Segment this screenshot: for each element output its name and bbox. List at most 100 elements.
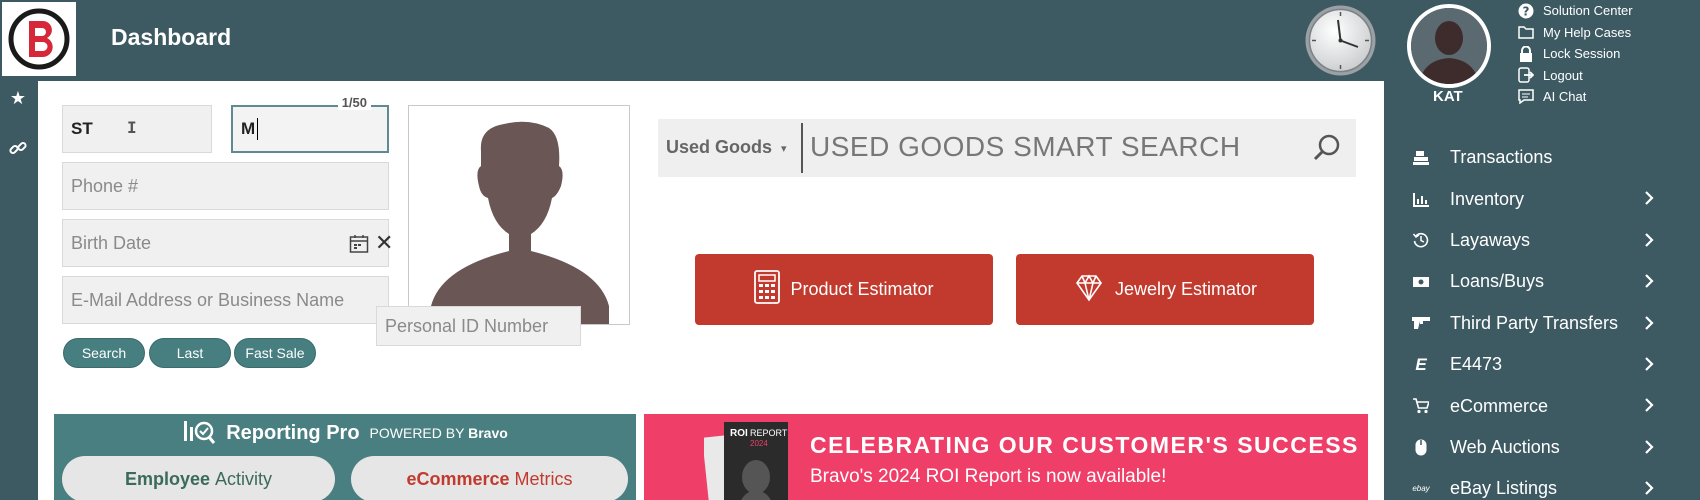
bravo-logo[interactable] (2, 2, 76, 76)
chevron-right-icon (1643, 273, 1655, 294)
history-icon (1412, 232, 1430, 248)
search-button[interactable]: Search (63, 338, 145, 368)
user-name: KAT (1433, 88, 1463, 105)
fast-sale-button-label: Fast Sale (245, 345, 305, 361)
calendar-icon[interactable] (349, 234, 369, 259)
nav-item-layaways[interactable]: Layaways (1400, 220, 1700, 261)
employee-activity-tab[interactable]: Employee Activity (62, 456, 335, 500)
nav-label: Loans/Buys (1450, 271, 1545, 292)
ai-chat-link[interactable]: AI Chat (1517, 86, 1633, 108)
nav-label: eCommerce (1450, 395, 1549, 416)
reporting-pro-card: Reporting Pro POWERED BY Bravo Employee … (54, 414, 636, 500)
search-icon[interactable] (1312, 133, 1342, 168)
product-estimator-button[interactable]: Product Estimator (695, 254, 993, 325)
ibeam-cursor-icon: I (127, 118, 137, 137)
nav-label: Inventory (1450, 188, 1525, 209)
logout-link[interactable]: Logout (1517, 65, 1633, 87)
help-links: ? Solution Center My Help Cases Lock Ses… (1517, 0, 1633, 108)
bravo-logo-icon (8, 8, 70, 70)
smart-search-input[interactable]: USED GOODS SMART SEARCH (810, 131, 1241, 163)
calculator-icon (754, 270, 781, 309)
mouse-icon (1412, 439, 1430, 456)
category-value: Used Goods (666, 137, 773, 157)
ai-chat-label: AI Chat (1543, 89, 1587, 105)
phone-placeholder: Phone # (71, 175, 139, 196)
person-placeholder-icon (431, 121, 609, 324)
personal-id-field[interactable]: Personal ID Number (376, 306, 581, 346)
email-business-field[interactable]: E-Mail Address or Business Name (62, 276, 389, 324)
nav-item-ecommerce[interactable]: eCommerce (1400, 385, 1700, 426)
my-help-cases-link[interactable]: My Help Cases (1517, 22, 1633, 44)
nav-label: E4473 (1450, 354, 1503, 375)
employee-activity-rest: Activity (215, 468, 273, 489)
solution-center-link[interactable]: ? Solution Center (1517, 0, 1633, 22)
category-dropdown[interactable]: Used Goods ▾ (666, 137, 787, 158)
chevron-right-icon (1643, 190, 1655, 211)
search-divider (801, 123, 803, 173)
nav-item-e4473[interactable]: E E4473 (1400, 344, 1700, 385)
folder-icon (1517, 24, 1535, 40)
logout-icon (1517, 67, 1535, 83)
customer-photo[interactable] (408, 105, 630, 325)
text-caret (257, 118, 259, 140)
page-title: Dashboard (111, 24, 232, 50)
fast-sale-button[interactable]: Fast Sale (234, 338, 316, 368)
ebay-icon: ebay (1412, 484, 1430, 494)
char-counter: 1/50 (337, 95, 371, 110)
chevron-right-icon (1643, 232, 1655, 253)
clock-icon (1305, 5, 1376, 76)
lock-icon (1517, 45, 1535, 62)
last-name-field[interactable]: M 1/50 (231, 95, 389, 153)
jewelry-estimator-button[interactable]: Jewelry Estimator (1016, 254, 1314, 325)
chevron-right-icon (1643, 356, 1655, 377)
ecommerce-metrics-tab[interactable]: eCommerce Metrics (351, 456, 628, 500)
lock-session-link[interactable]: Lock Session (1517, 43, 1633, 65)
ecommerce-metrics-rest: Metrics (514, 468, 573, 489)
svg-text:2024: 2024 (750, 439, 768, 448)
link-icon[interactable] (8, 138, 28, 158)
logout-label: Logout (1543, 67, 1583, 83)
star-icon[interactable]: ★ (8, 88, 28, 108)
banner-subtitle: Bravo's 2024 ROI Report is now available… (810, 466, 1167, 487)
nav-item-third-party-transfers[interactable]: Third Party Transfers (1400, 303, 1700, 344)
product-estimator-label: Product Estimator (790, 279, 934, 299)
clear-date-icon[interactable]: ✕ (375, 230, 393, 256)
svg-text:?: ? (1523, 4, 1530, 18)
roi-report-banner[interactable]: ROI REPORT 2024 CELEBRATING OUR CUSTOMER… (644, 414, 1368, 500)
birth-date-field[interactable]: Birth Date ✕ (62, 219, 393, 267)
nav-label: Layaways (1450, 229, 1531, 250)
first-name-field[interactable]: ST I (62, 105, 212, 153)
employee-activity-bold: Employee (124, 468, 210, 489)
nav-item-loans-buys[interactable]: Loans/Buys (1400, 261, 1700, 302)
ecommerce-metrics-bold: eCommerce (406, 468, 510, 489)
user-avatar[interactable] (1407, 4, 1491, 88)
register-icon (1412, 150, 1430, 166)
my-help-cases-label: My Help Cases (1543, 24, 1632, 40)
chevron-right-icon (1643, 480, 1655, 500)
person-silhouette-icon (1411, 8, 1487, 84)
caret-down-icon: ▾ (781, 142, 787, 155)
last-button[interactable]: Last (149, 338, 231, 368)
nav-item-inventory[interactable]: Inventory (1400, 178, 1700, 219)
cart-icon (1412, 398, 1430, 414)
nav-label: Third Party Transfers (1450, 312, 1619, 333)
main-panel: ST I M 1/50 Phone # Birth Date ✕ E-Mail … (38, 81, 1384, 500)
svg-text:ROI: ROI (730, 428, 748, 439)
phone-field[interactable]: Phone # (62, 162, 389, 210)
powered-by-prefix: POWERED BY (369, 425, 465, 441)
diamond-icon (1073, 271, 1105, 308)
nav-item-ebay-listings[interactable]: ebay eBay Listings (1400, 468, 1700, 500)
nav-item-web-auctions[interactable]: Web Auctions (1400, 427, 1700, 468)
personal-id-placeholder: Personal ID Number (385, 315, 549, 336)
last-name-value: M (241, 119, 256, 138)
email-placeholder: E-Mail Address or Business Name (71, 289, 345, 310)
solution-center-label: Solution Center (1543, 3, 1633, 19)
report-analytics-icon (182, 417, 216, 450)
nav-label: eBay Listings (1450, 478, 1558, 499)
chat-icon (1517, 89, 1535, 105)
nav-item-transactions[interactable]: Transactions (1400, 137, 1700, 178)
smart-search-bar: Used Goods ▾ USED GOODS SMART SEARCH (658, 119, 1356, 177)
search-button-label: Search (81, 345, 127, 361)
e-icon: E (1415, 354, 1427, 374)
chart-icon (1412, 191, 1430, 208)
